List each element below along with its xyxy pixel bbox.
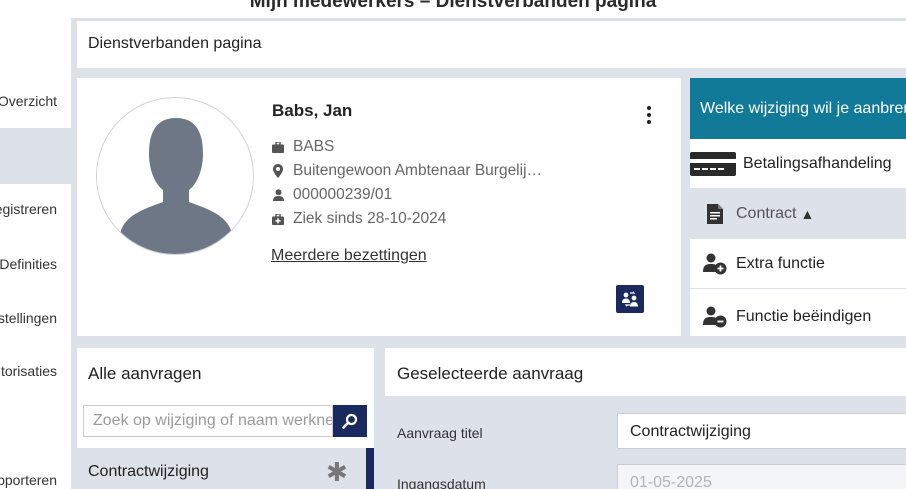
request-title-field[interactable]: Contractwijziging (617, 413, 906, 449)
location-pin-icon (272, 164, 284, 178)
sidebar-item-empty[interactable] (0, 398, 71, 454)
asterisk-icon: ✱ (326, 457, 348, 487)
change-options-panel: Welke wijziging wil je aanbrengen? Betal… (690, 78, 906, 336)
company-name: BABS (293, 138, 335, 155)
request-form: Aanvraag titel Contractwijziging Ingangs… (385, 396, 906, 489)
selected-request-header: Geselecteerde aanvraag (397, 364, 584, 383)
all-requests-header: Alle aanvragen (88, 364, 202, 383)
switch-employment-button[interactable] (616, 285, 644, 313)
request-list-item[interactable]: Contractwijziging ✱ (77, 448, 366, 489)
sidebar-item-autorisaties[interactable]: Autorisaties (0, 343, 71, 399)
sidebar-item-definities[interactable]: Definities (0, 236, 71, 292)
option-payment-settlement[interactable]: Betalingsafhandeling (690, 139, 906, 189)
search-icon (342, 413, 358, 429)
option-contract[interactable]: Contract ▲ (690, 189, 906, 239)
warning-icon: ▲ (800, 205, 815, 222)
option-label: Betalingsafhandeling (743, 154, 892, 172)
sidebar-item-active[interactable] (0, 128, 71, 184)
company-line: BABS (272, 138, 334, 156)
option-label: Contract (736, 204, 797, 222)
employee-number-line: 000000239/01 (272, 186, 392, 204)
person-silhouette-icon (119, 118, 233, 254)
user-icon (272, 188, 284, 202)
function-name: Buitengewoon Ambtenaar Burgelij… (293, 162, 543, 179)
more-options-icon[interactable] (644, 106, 654, 128)
payment-card-icon (690, 151, 736, 176)
request-title-label: Aanvraag titel (397, 425, 483, 441)
user-remove-icon (702, 304, 728, 330)
app-title: Mijn medewerkers – Dienstverbanden pagin… (249, 0, 657, 12)
option-label: Extra functie (736, 254, 825, 272)
function-line: Buitengewoon Ambtenaar Burgelij… (272, 162, 542, 180)
search-box (83, 405, 333, 437)
option-extra-function[interactable]: Extra functie (690, 239, 906, 289)
start-date-label: Ingangsdatum (397, 476, 486, 489)
search-button[interactable] (333, 405, 367, 437)
sidebar-item-overzicht[interactable]: Overzicht (0, 73, 71, 129)
page-header: Dienstverbanden pagina (77, 21, 906, 68)
start-date-field[interactable]: 01-05-2025 (617, 464, 906, 489)
sidebar-item-instellingen[interactable]: Instellingen (0, 290, 71, 346)
document-icon (702, 201, 728, 227)
option-end-function[interactable]: Functie beëindigen (690, 292, 906, 336)
medical-kit-icon (272, 212, 284, 226)
sidebar-item-registreren[interactable]: Registreren (0, 181, 71, 237)
employee-name: Babs, Jan (272, 101, 353, 120)
page-title: Dienstverbanden pagina (88, 35, 262, 52)
switch-users-icon (622, 291, 638, 307)
briefcase-icon (272, 140, 284, 154)
sick-status-line: Ziek sinds 28-10-2024 (272, 210, 446, 228)
employee-profile-card: Babs, Jan BABS Buitengewoon Ambtenaar Bu… (77, 78, 681, 336)
change-options-header: Welke wijziging wil je aanbrengen? (690, 78, 906, 139)
selected-request-panel: Geselecteerde aanvraag Aanvraag titel Co… (385, 348, 906, 489)
option-label: Functie beëindigen (736, 307, 872, 325)
employee-number: 000000239/01 (293, 186, 393, 203)
search-input[interactable] (84, 406, 332, 436)
sidebar: Overzicht Registreren Definities Instell… (0, 18, 71, 489)
request-title: Contractwijziging (88, 463, 209, 480)
sick-status: Ziek sinds 28-10-2024 (293, 210, 447, 227)
avatar (96, 97, 254, 255)
user-add-icon (702, 251, 728, 277)
sidebar-item-rapporteren[interactable]: Rapporteren (0, 452, 71, 489)
top-bar: Mijn medewerkers – Dienstverbanden pagin… (0, 0, 906, 18)
list-scrollbar[interactable] (366, 448, 374, 489)
all-requests-panel: Alle aanvragen Contractwijziging ✱ (77, 348, 374, 489)
multiple-positions-link[interactable]: Meerdere bezettingen (271, 247, 427, 265)
